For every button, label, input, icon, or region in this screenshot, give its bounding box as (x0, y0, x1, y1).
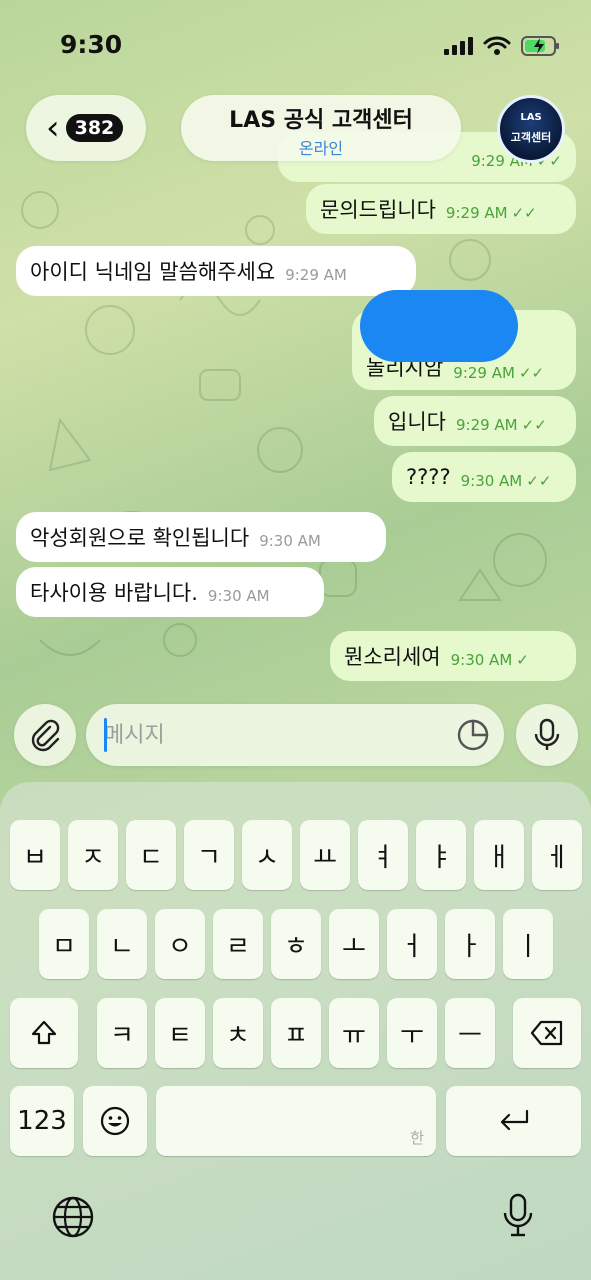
message-bubble[interactable]: 아이디 닉네임 말씀해주세요 9:29 AM (16, 246, 416, 296)
message-meta: 9:29 AM (285, 266, 347, 284)
paperclip-icon (31, 719, 60, 752)
message-meta: 9:29 AM ✓✓ (445, 204, 537, 222)
key[interactable]: ㅍ (271, 998, 321, 1068)
key[interactable]: ㅑ (416, 820, 466, 890)
key[interactable]: ㅇ (155, 909, 205, 979)
message-bubble[interactable]: ???? 9:30 AM ✓✓ (392, 452, 576, 502)
redaction-overlay (360, 290, 518, 362)
key[interactable]: ㅠ (329, 998, 379, 1068)
key[interactable]: ㄱ (184, 820, 234, 890)
chevron-left-icon: ‹ (46, 108, 60, 148)
chat-header: ‹ 382 LAS 공식 고객센터 온라인 LAS 고객센터 (0, 95, 591, 170)
message-bubble[interactable]: 입니다 9:29 AM ✓✓ (374, 396, 576, 446)
key[interactable]: ㅋ (97, 998, 147, 1068)
avatar[interactable]: LAS 고객센터 (497, 95, 565, 163)
key[interactable]: ㅅ (242, 820, 292, 890)
chat-title: LAS 공식 고객센터 (229, 108, 413, 133)
message-text: 문의드립니다 (320, 198, 436, 222)
shift-icon (31, 1020, 57, 1045)
key[interactable]: ㅂ (10, 820, 60, 890)
message-bubble[interactable]: 뭔소리세여 9:30 AM ✓ (330, 631, 576, 681)
read-receipt-icon: ✓✓ (511, 204, 537, 222)
message-input-wrapper (86, 704, 504, 766)
avatar-caption: 고객센터 (510, 131, 552, 144)
message-text: 입니다 (388, 410, 446, 434)
globe-icon[interactable] (51, 1195, 95, 1239)
key[interactable]: ㄷ (126, 820, 176, 890)
keyboard: ㅂ ㅈ ㄷ ㄱ ㅅ ㅛ ㅕ ㅑ ㅐ ㅔ ㅁ ㄴ ㅇ ㄹ ㅎ ㅗ ㅓ ㅏ ㅣ ㅋ … (0, 782, 591, 1280)
message-text: 아이디 닉네임 말씀해주세요 (30, 260, 276, 284)
read-receipt-icon: ✓✓ (526, 472, 552, 490)
back-button[interactable]: ‹ 382 (26, 95, 146, 161)
key[interactable]: ㅡ (445, 998, 495, 1068)
key[interactable]: ㅣ (503, 909, 553, 979)
key[interactable]: ㄹ (213, 909, 263, 979)
return-key[interactable] (446, 1086, 581, 1156)
message-text: 악성회원으로 확인됩니다 (30, 526, 250, 550)
key[interactable]: ㅁ (39, 909, 89, 979)
chat-title-button[interactable]: LAS 공식 고객센터 온라인 (181, 95, 461, 161)
key[interactable]: ㅗ (329, 909, 379, 979)
return-icon (500, 1109, 528, 1131)
key[interactable]: ㅜ (387, 998, 437, 1068)
message-bubble[interactable]: 문의드립니다 9:29 AM ✓✓ (306, 184, 576, 234)
sent-receipt-icon: ✓ (516, 651, 529, 669)
read-receipt-icon: ✓✓ (521, 416, 547, 434)
text-cursor (104, 718, 107, 752)
message-meta: 9:29 AM ✓✓ (453, 364, 545, 382)
emoji-icon (100, 1106, 130, 1136)
composer (0, 704, 591, 774)
message-input[interactable] (104, 714, 444, 756)
emoji-key[interactable] (83, 1086, 147, 1156)
message-text: 뭔소리세여 (344, 645, 441, 669)
numbers-key-label: 123 (17, 1106, 67, 1136)
key[interactable]: ㅎ (271, 909, 321, 979)
key[interactable]: ㄴ (97, 909, 147, 979)
key[interactable]: ㅕ (358, 820, 408, 890)
key[interactable]: ㅔ (532, 820, 582, 890)
message-meta: 9:30 AM ✓✓ (460, 472, 552, 490)
message-meta: 9:29 AM ✓✓ (455, 416, 547, 434)
message-bubble[interactable]: 타사이용 바랍니다. 9:30 AM (16, 567, 324, 617)
unread-count-badge: 382 (65, 114, 124, 142)
voice-message-button[interactable] (516, 704, 578, 766)
sticker-icon[interactable] (456, 718, 490, 752)
avatar-logo-text: LAS (520, 112, 542, 123)
key[interactable]: ㅌ (155, 998, 205, 1068)
space-key[interactable]: 한 (156, 1086, 436, 1156)
message-bubble[interactable]: 악성회원으로 확인됩니다 9:30 AM (16, 512, 386, 562)
microphone-icon (534, 718, 560, 750)
key[interactable]: ㅐ (474, 820, 524, 890)
message-text: ???? (406, 465, 451, 489)
message-meta: 9:30 AM ✓ (450, 651, 529, 669)
dictation-mic-icon[interactable] (500, 1192, 536, 1240)
message-text: 타사이용 바랍니다. (30, 581, 198, 605)
key[interactable]: ㅈ (68, 820, 118, 890)
key[interactable]: ㅓ (387, 909, 437, 979)
chat-status: 온라인 (298, 139, 344, 158)
message-meta: 9:30 AM (259, 532, 321, 550)
key[interactable]: ㅛ (300, 820, 350, 890)
shift-key[interactable] (10, 998, 78, 1068)
key[interactable]: ㅊ (213, 998, 263, 1068)
language-hint: 한 (410, 1129, 424, 1147)
key[interactable]: ㅏ (445, 909, 495, 979)
message-meta: 9:30 AM (207, 587, 270, 605)
read-receipt-icon: ✓✓ (518, 364, 545, 382)
attach-button[interactable] (14, 704, 76, 766)
numbers-key[interactable]: 123 (10, 1086, 74, 1156)
backspace-icon (530, 1020, 563, 1046)
backspace-key[interactable] (513, 998, 581, 1068)
